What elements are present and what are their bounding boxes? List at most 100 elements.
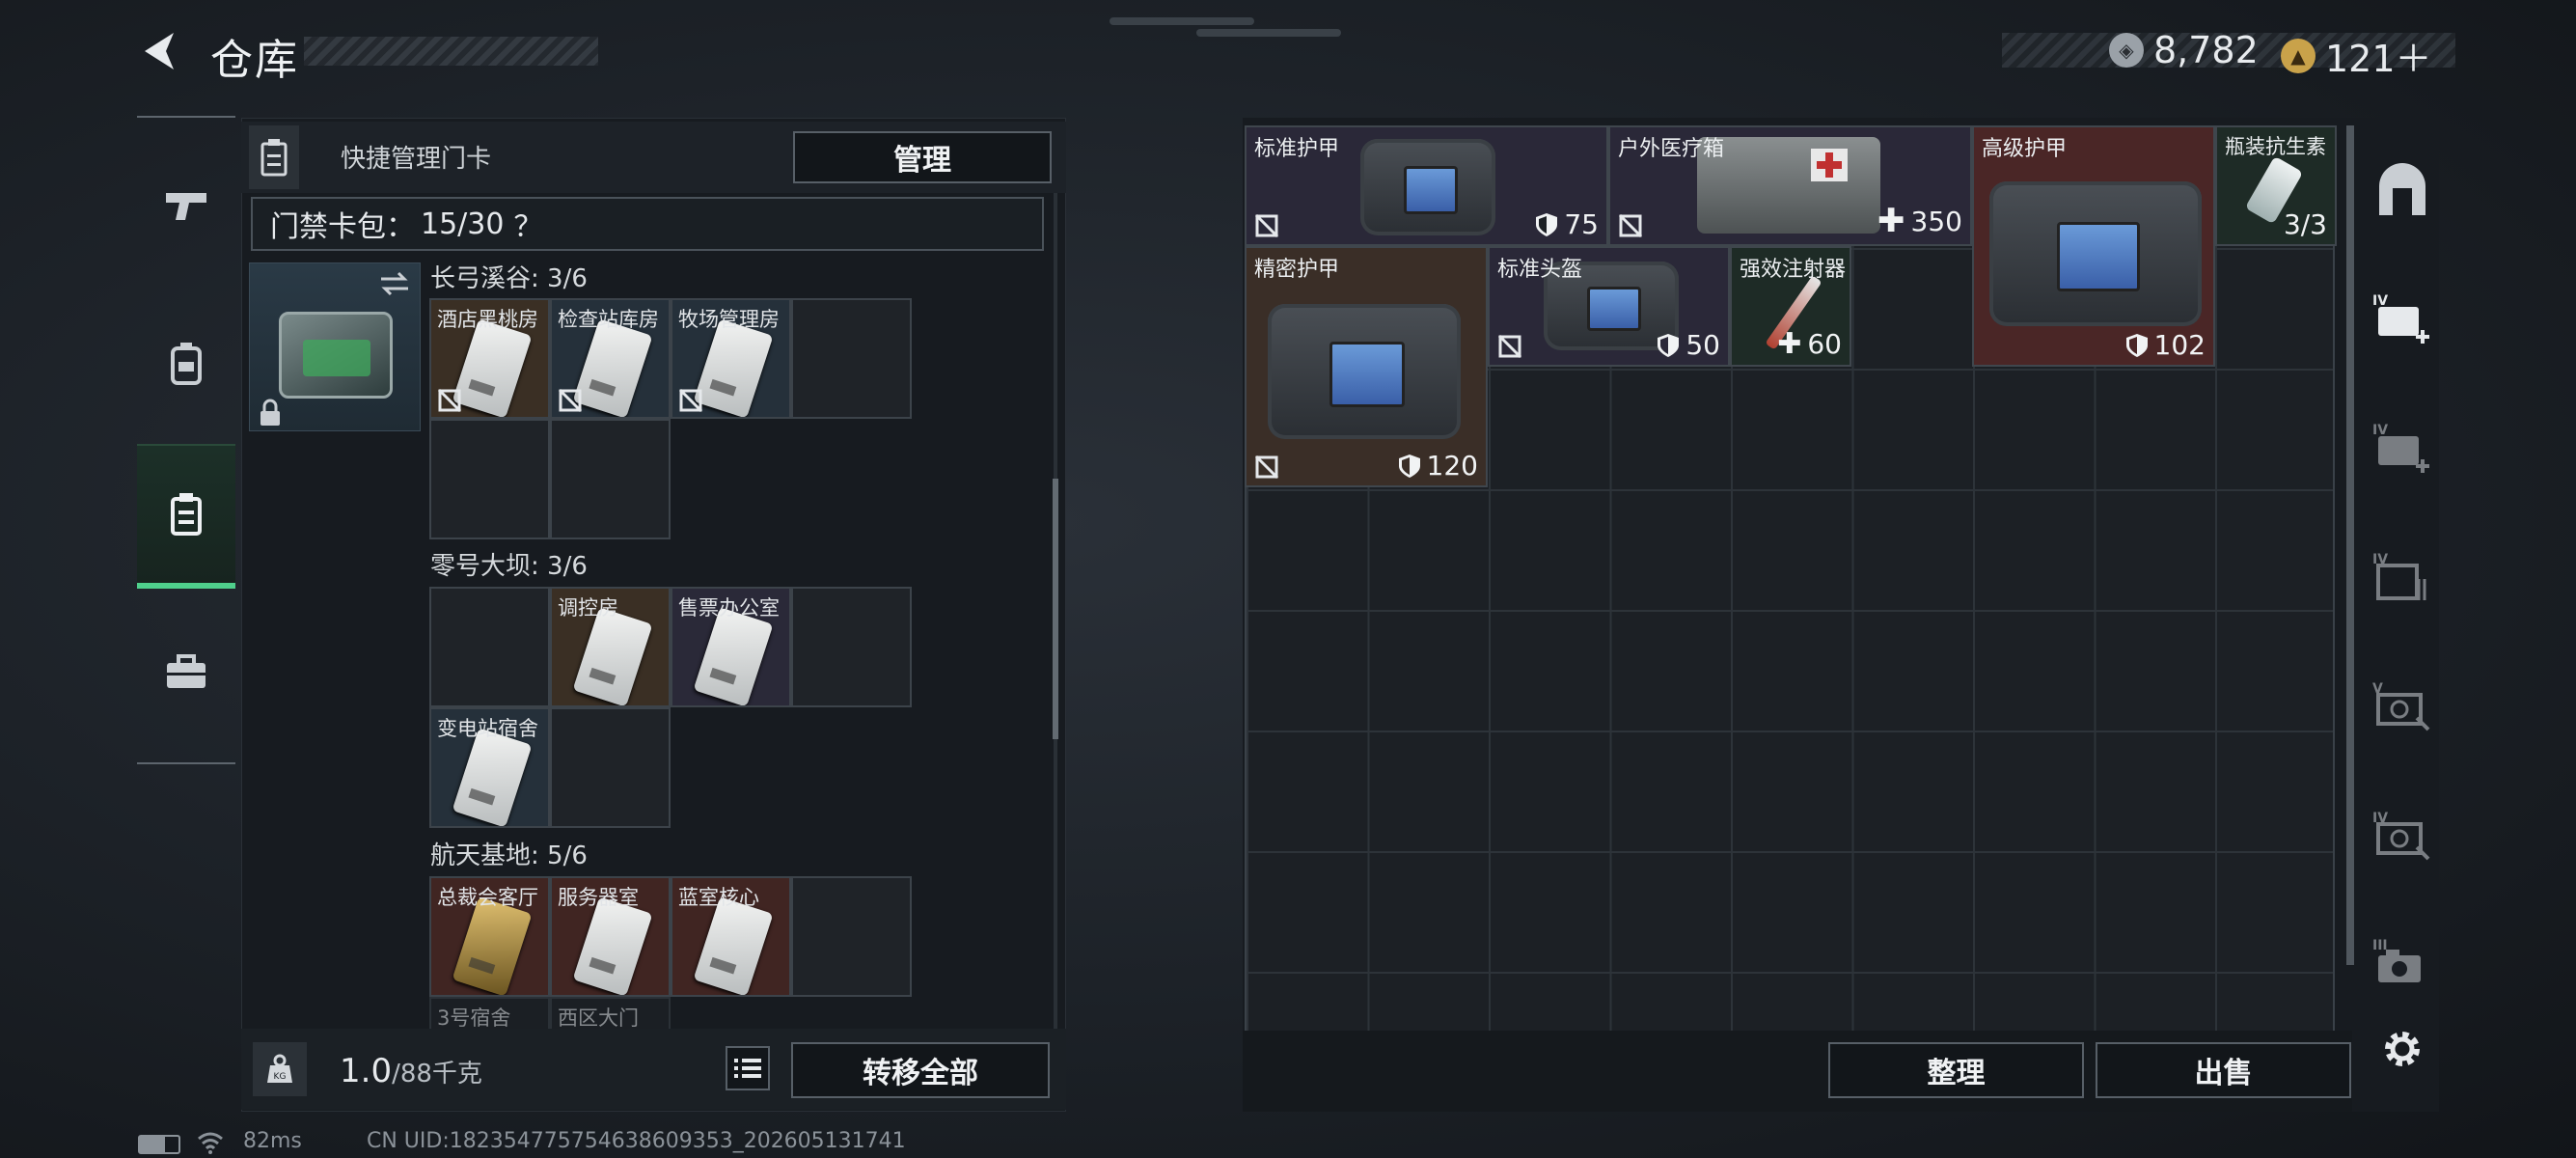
section-title: 航天基地: 5/6 — [430, 841, 588, 870]
shield-icon — [2125, 333, 2148, 357]
ping-text: 82ms — [243, 1129, 302, 1153]
keycard-name: 检查站库房 — [558, 308, 659, 331]
title-stripe — [304, 37, 598, 66]
side-nav — [137, 116, 235, 764]
no-trade-icon — [1254, 213, 1279, 238]
item-name: 高级护甲 — [1982, 137, 2068, 161]
keycard-slot[interactable]: 牧场管理房 — [671, 298, 791, 419]
shield-icon — [1658, 333, 1680, 357]
item-standard-armor[interactable]: 标准护甲 75 — [1245, 125, 1608, 246]
keycard-name: 服务器室 — [558, 886, 639, 909]
keycard-name: 西区大门 — [558, 1006, 639, 1030]
item-value: 75 — [1564, 208, 1599, 240]
gold-currency[interactable]: ▲ 121＋ — [2281, 29, 2432, 82]
item-name: 标准头盔 — [1497, 258, 1583, 282]
empty-slot[interactable] — [791, 587, 912, 707]
storage-scrollbar[interactable] — [2346, 125, 2354, 965]
safe-v-icon[interactable]: V — [2369, 672, 2436, 739]
safe-box-icon[interactable] — [2369, 156, 2436, 224]
battery-icon — [138, 1135, 180, 1154]
weight-icon: KG — [253, 1042, 307, 1096]
back-arrow-icon[interactable] — [137, 29, 181, 73]
item-value: 60 — [1807, 328, 1842, 360]
keycard-slot[interactable]: 总裁会客厅 — [429, 876, 550, 997]
keycard-slot[interactable]: 酒店黑桃房 — [429, 298, 550, 419]
briefcase-icon — [167, 654, 206, 688]
empty-slot[interactable] — [550, 707, 671, 828]
wifi-icon — [198, 1132, 223, 1154]
no-trade-icon — [437, 388, 462, 413]
empty-slot[interactable] — [429, 587, 550, 707]
list-icon — [734, 1059, 761, 1078]
keycard-name: 牧场管理房 — [678, 308, 780, 331]
camera-iii-icon[interactable]: III — [2369, 928, 2436, 996]
heal-icon: ✚ — [1877, 202, 1905, 240]
keycard-slot[interactable]: 服务器室 — [550, 876, 671, 997]
svg-text:III: III — [2372, 938, 2388, 953]
item-value: 350 — [1910, 205, 1962, 237]
shield-icon — [1536, 212, 1558, 236]
item-potent-injector[interactable]: 强效注射器 ✚ 60 — [1730, 246, 1851, 367]
keycard-slot[interactable]: 售票办公室 — [671, 587, 791, 707]
section-title: 零号大坝: 3/6 — [430, 552, 588, 581]
manage-button[interactable]: 管理 — [793, 131, 1052, 183]
item-standard-helmet[interactable]: 标准头盔 50 — [1488, 246, 1730, 367]
nav-weapon[interactable] — [137, 132, 235, 277]
empty-slot[interactable] — [429, 419, 550, 539]
keycard-pack-image — [279, 312, 393, 399]
card-pack-label: 门禁卡包： — [270, 210, 415, 244]
keycard-slot[interactable]: 变电站宿舍 — [429, 707, 550, 828]
keycard-name: 调控房 — [558, 596, 618, 620]
item-bottled-antibiotic[interactable]: 瓶装抗生素 3/3 — [2215, 125, 2337, 246]
list-view-button[interactable] — [726, 1046, 770, 1090]
storage-rack-iv-icon[interactable]: IV — [2369, 542, 2436, 610]
backpack-icon — [171, 343, 202, 385]
help-icon[interactable]: ？ — [513, 203, 542, 245]
weight-max: /88千克 — [392, 1060, 482, 1089]
swap-icon[interactable] — [377, 269, 412, 298]
nav-keycard[interactable] — [137, 444, 235, 589]
pistol-icon — [166, 193, 206, 220]
keycard-name: 蓝室核心 — [678, 886, 759, 909]
keycard-name: 变电站宿舍 — [437, 717, 538, 740]
silver-amount: 8,782 — [2153, 29, 2259, 71]
item-name: 标准护甲 — [1254, 137, 1340, 161]
silver-coin-icon: ◈ — [2109, 33, 2144, 68]
item-advanced-armor[interactable]: 高级护甲 102 — [1972, 125, 2215, 367]
transfer-all-button[interactable]: 转移全部 — [791, 1042, 1050, 1098]
svg-text:IV: IV — [2372, 423, 2388, 438]
keycard-name: 酒店黑桃房 — [437, 308, 538, 331]
no-trade-icon — [1254, 455, 1279, 480]
storage-expansion-iv-plus-icon[interactable]: IV — [2369, 284, 2436, 351]
item-name: 精密护甲 — [1254, 258, 1340, 282]
section-title: 长弓溪谷: 3/6 — [430, 264, 588, 293]
keycard-pack-slot[interactable] — [249, 262, 421, 431]
keycard-slot[interactable]: 西区大门 — [550, 997, 671, 1032]
svg-text:IV: IV — [2372, 293, 2388, 309]
card-pack-header: 门禁卡包： 15/30 ？ — [251, 197, 1044, 251]
lock-icon — [260, 399, 280, 426]
empty-slot[interactable] — [550, 419, 671, 539]
item-outdoor-medkit[interactable]: 户外医疗箱 ✚ 350 — [1608, 125, 1972, 246]
svg-text:KG: KG — [274, 1072, 287, 1082]
gold-amount: 121＋ — [2325, 38, 2432, 80]
settings-gear-icon[interactable] — [2369, 1015, 2436, 1083]
item-value: 102 — [2153, 329, 2206, 361]
keycard-slot[interactable]: 3号宿舍 — [429, 997, 550, 1032]
item-precision-armor[interactable]: 精密护甲 120 — [1245, 246, 1488, 487]
sort-button[interactable]: 整理 — [1828, 1042, 2084, 1098]
sell-button[interactable]: 出售 — [2096, 1042, 2351, 1098]
safe-iv-icon[interactable]: IV — [2369, 801, 2436, 868]
item-name: 瓶装抗生素 — [2225, 135, 2326, 158]
keycard-slot[interactable]: 蓝室核心 — [671, 876, 791, 997]
weight-current: 1.0 — [340, 1052, 393, 1090]
empty-slot[interactable] — [791, 876, 912, 997]
keycard-slot[interactable]: 调控房 — [550, 587, 671, 707]
left-scroll-thumb[interactable] — [1053, 479, 1058, 739]
nav-toolbox[interactable] — [137, 600, 235, 745]
keycard-slot[interactable]: 检查站库房 — [550, 298, 671, 419]
storage-expansion-iv-icon[interactable]: IV — [2369, 413, 2436, 481]
empty-slot[interactable] — [791, 298, 912, 419]
keycard-name: 售票办公室 — [678, 596, 780, 620]
nav-equipment[interactable] — [137, 291, 235, 436]
